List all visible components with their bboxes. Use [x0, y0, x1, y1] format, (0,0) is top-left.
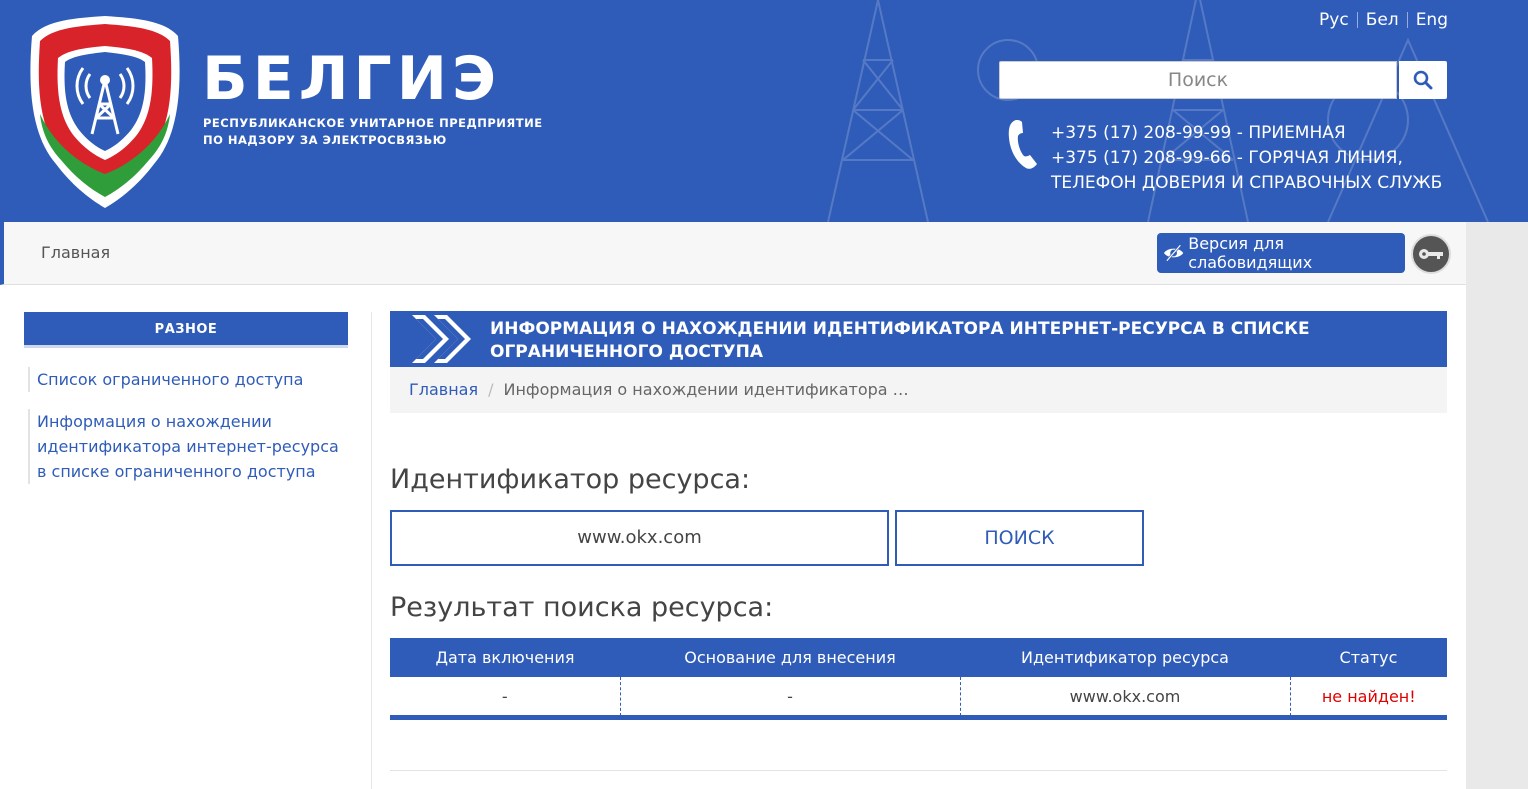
col-status-header: Статус [1290, 638, 1447, 677]
main-navbar: Главная Версия для слабовидящих [0, 222, 1466, 285]
site-header: БЕЛГИЭ Республиканское унитарное предпри… [0, 0, 1528, 222]
brand-subtitle-line1: Республиканское унитарное предприятие [203, 116, 543, 130]
col-identifier-header: Идентификатор ресурса [960, 638, 1290, 677]
page-title-bar: Информация о нахождении идентификатора и… [390, 311, 1447, 367]
brand-subtitle-line2: по надзору за электросвязью [203, 133, 447, 147]
cell-basis: - [619, 677, 960, 716]
search-icon [1413, 70, 1433, 90]
search-input[interactable]: Поиск [999, 61, 1397, 99]
table-header-row: Дата включения Основание для внесения Ид… [390, 638, 1447, 677]
phone-hotline: +375 (17) 208-99-66 - ГОРЯЧАЯ ЛИНИЯ, [1051, 148, 1403, 168]
sidebar-item-resource-check[interactable]: Информация о нахождении идентификатора и… [28, 409, 348, 484]
low-vision-button[interactable]: Версия для слабовидящих [1157, 233, 1405, 273]
breadcrumb-current: Информация о нахождении идентификатора … [503, 380, 909, 399]
breadcrumb-separator: / [488, 380, 494, 399]
lang-ru[interactable]: Рус [1319, 10, 1349, 30]
table-row: - - www.okx.com не найден! [390, 677, 1447, 716]
phone-icon [1008, 120, 1037, 169]
col-basis-header: Основание для внесения [620, 638, 960, 677]
login-key-button[interactable] [1411, 234, 1451, 274]
lang-be[interactable]: Бел [1366, 10, 1399, 30]
cell-date: - [501, 687, 508, 706]
breadcrumb-home[interactable]: Главная [409, 380, 478, 399]
language-switcher: Рус Бел Eng [1319, 10, 1448, 30]
brand-name: БЕЛГИЭ [202, 44, 502, 114]
table-bottom-border [390, 715, 1447, 720]
brand-subtitle: Республиканское унитарное предприятие по… [203, 115, 563, 149]
key-icon [1419, 249, 1443, 259]
lang-divider [1406, 12, 1408, 28]
lang-en[interactable]: Eng [1416, 10, 1448, 30]
belgie-logo-icon [30, 16, 180, 208]
lang-divider [1356, 12, 1358, 28]
sidebar-divider [371, 312, 372, 789]
result-heading: Результат поиска ресурса: [390, 592, 774, 623]
eye-icon [1163, 244, 1184, 262]
col-date-header: Дата включения [390, 638, 620, 677]
low-vision-label: Версия для слабовидящих [1188, 234, 1313, 272]
sidebar-item-restricted-list[interactable]: Список ограниченного доступа [28, 367, 348, 392]
breadcrumb: Главная / Информация о нахождении идентифи… [390, 367, 1447, 413]
identifier-input[interactable]: www.okx.com [390, 510, 889, 566]
contact-phones: +375 (17) 208-99-99 - ПРИЕМНАЯ +375 (17)… [1051, 121, 1442, 196]
cell-status: не найден! [1289, 677, 1447, 716]
identifier-heading: Идентификатор ресурса: [390, 464, 751, 495]
cell-identifier: www.okx.com [959, 677, 1290, 716]
search-button[interactable] [1399, 61, 1447, 99]
content-divider [390, 770, 1447, 771]
phone-reception: +375 (17) 208-99-99 - ПРИЕМНАЯ [1051, 123, 1346, 143]
page-title: Информация о нахождении идентификатора и… [490, 319, 1310, 362]
page-content: Главная Версия для слабовидящих Разное С… [0, 222, 1466, 789]
chevrons-icon [412, 315, 471, 363]
result-table: Дата включения Основание для внесения Ид… [390, 638, 1447, 716]
phone-hotline-desc: ТЕЛЕФОН ДОВЕРИЯ И СПРАВОЧНЫХ СЛУЖБ [1051, 173, 1443, 193]
sidebar-heading: Разное [24, 312, 348, 348]
nav-home-link[interactable]: Главная [41, 243, 110, 262]
find-button[interactable]: ПОИСК [895, 510, 1144, 566]
